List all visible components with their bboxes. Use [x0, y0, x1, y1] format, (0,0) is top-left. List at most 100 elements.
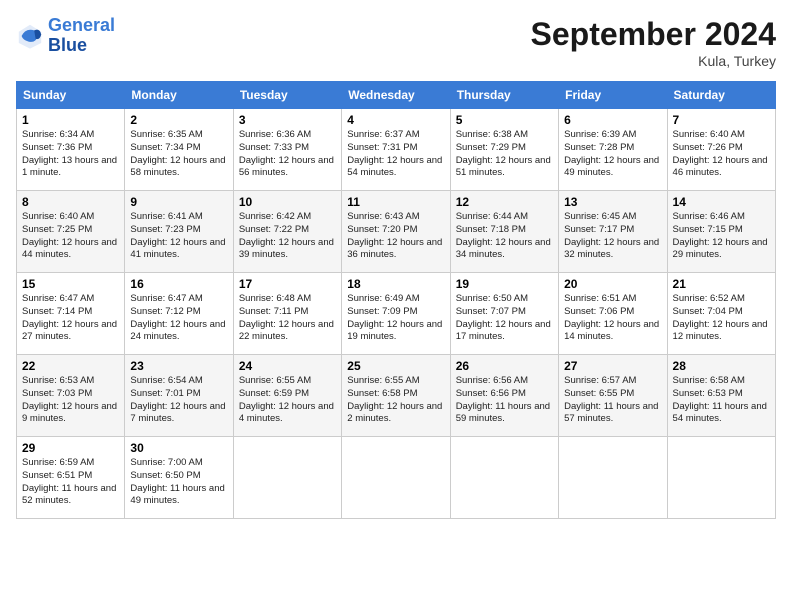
day-number: 13: [564, 195, 661, 209]
logo: General Blue: [16, 16, 115, 56]
week-row-2: 8 Sunrise: 6:40 AMSunset: 7:25 PMDayligh…: [17, 191, 776, 273]
table-row: 25 Sunrise: 6:55 AMSunset: 6:58 PMDaylig…: [342, 355, 450, 437]
table-row: 30 Sunrise: 7:00 AMSunset: 6:50 PMDaylig…: [125, 437, 233, 519]
table-row: 5 Sunrise: 6:38 AMSunset: 7:29 PMDayligh…: [450, 109, 558, 191]
day-info: Sunrise: 6:55 AMSunset: 6:58 PMDaylight:…: [347, 375, 444, 426]
day-number: 9: [130, 195, 227, 209]
table-row: 7 Sunrise: 6:40 AMSunset: 7:26 PMDayligh…: [667, 109, 775, 191]
day-info: Sunrise: 6:53 AMSunset: 7:03 PMDaylight:…: [22, 375, 119, 426]
day-info: Sunrise: 6:46 AMSunset: 7:15 PMDaylight:…: [673, 211, 770, 262]
day-number: 18: [347, 277, 444, 291]
table-row: [559, 437, 667, 519]
title-block: September 2024 Kula, Turkey: [531, 16, 776, 69]
table-row: 21 Sunrise: 6:52 AMSunset: 7:04 PMDaylig…: [667, 273, 775, 355]
day-info: Sunrise: 6:56 AMSunset: 6:56 PMDaylight:…: [456, 375, 553, 426]
day-number: 8: [22, 195, 119, 209]
day-info: Sunrise: 6:40 AMSunset: 7:25 PMDaylight:…: [22, 211, 119, 262]
page-header: General Blue September 2024 Kula, Turkey: [16, 16, 776, 69]
table-row: 26 Sunrise: 6:56 AMSunset: 6:56 PMDaylig…: [450, 355, 558, 437]
table-row: 16 Sunrise: 6:47 AMSunset: 7:12 PMDaylig…: [125, 273, 233, 355]
day-info: Sunrise: 6:47 AMSunset: 7:12 PMDaylight:…: [130, 293, 227, 344]
day-info: Sunrise: 6:37 AMSunset: 7:31 PMDaylight:…: [347, 129, 444, 180]
day-number: 30: [130, 441, 227, 455]
day-info: Sunrise: 6:48 AMSunset: 7:11 PMDaylight:…: [239, 293, 336, 344]
table-row: 6 Sunrise: 6:39 AMSunset: 7:28 PMDayligh…: [559, 109, 667, 191]
table-row: 3 Sunrise: 6:36 AMSunset: 7:33 PMDayligh…: [233, 109, 341, 191]
table-row: 13 Sunrise: 6:45 AMSunset: 7:17 PMDaylig…: [559, 191, 667, 273]
day-info: Sunrise: 6:34 AMSunset: 7:36 PMDaylight:…: [22, 129, 119, 180]
day-info: Sunrise: 6:39 AMSunset: 7:28 PMDaylight:…: [564, 129, 661, 180]
week-row-3: 15 Sunrise: 6:47 AMSunset: 7:14 PMDaylig…: [17, 273, 776, 355]
table-row: 1 Sunrise: 6:34 AMSunset: 7:36 PMDayligh…: [17, 109, 125, 191]
day-number: 3: [239, 113, 336, 127]
week-row-1: 1 Sunrise: 6:34 AMSunset: 7:36 PMDayligh…: [17, 109, 776, 191]
table-row: 9 Sunrise: 6:41 AMSunset: 7:23 PMDayligh…: [125, 191, 233, 273]
day-number: 29: [22, 441, 119, 455]
table-row: 22 Sunrise: 6:53 AMSunset: 7:03 PMDaylig…: [17, 355, 125, 437]
day-number: 21: [673, 277, 770, 291]
location: Kula, Turkey: [531, 53, 776, 69]
calendar-table: Sunday Monday Tuesday Wednesday Thursday…: [16, 81, 776, 519]
day-number: 23: [130, 359, 227, 373]
logo-text: General Blue: [48, 16, 115, 56]
col-monday: Monday: [125, 82, 233, 109]
table-row: 18 Sunrise: 6:49 AMSunset: 7:09 PMDaylig…: [342, 273, 450, 355]
col-wednesday: Wednesday: [342, 82, 450, 109]
day-number: 26: [456, 359, 553, 373]
day-number: 14: [673, 195, 770, 209]
day-info: Sunrise: 6:40 AMSunset: 7:26 PMDaylight:…: [673, 129, 770, 180]
table-row: [233, 437, 341, 519]
table-row: 14 Sunrise: 6:46 AMSunset: 7:15 PMDaylig…: [667, 191, 775, 273]
table-row: 27 Sunrise: 6:57 AMSunset: 6:55 PMDaylig…: [559, 355, 667, 437]
col-sunday: Sunday: [17, 82, 125, 109]
day-info: Sunrise: 6:57 AMSunset: 6:55 PMDaylight:…: [564, 375, 661, 426]
day-number: 19: [456, 277, 553, 291]
day-info: Sunrise: 6:36 AMSunset: 7:33 PMDaylight:…: [239, 129, 336, 180]
day-number: 25: [347, 359, 444, 373]
day-info: Sunrise: 6:45 AMSunset: 7:17 PMDaylight:…: [564, 211, 661, 262]
day-info: Sunrise: 6:50 AMSunset: 7:07 PMDaylight:…: [456, 293, 553, 344]
day-info: Sunrise: 6:38 AMSunset: 7:29 PMDaylight:…: [456, 129, 553, 180]
logo-icon: [16, 22, 44, 50]
day-info: Sunrise: 6:41 AMSunset: 7:23 PMDaylight:…: [130, 211, 227, 262]
table-row: 8 Sunrise: 6:40 AMSunset: 7:25 PMDayligh…: [17, 191, 125, 273]
day-number: 22: [22, 359, 119, 373]
day-info: Sunrise: 6:49 AMSunset: 7:09 PMDaylight:…: [347, 293, 444, 344]
day-info: Sunrise: 6:51 AMSunset: 7:06 PMDaylight:…: [564, 293, 661, 344]
table-row: 15 Sunrise: 6:47 AMSunset: 7:14 PMDaylig…: [17, 273, 125, 355]
table-row: [342, 437, 450, 519]
day-info: Sunrise: 6:52 AMSunset: 7:04 PMDaylight:…: [673, 293, 770, 344]
col-thursday: Thursday: [450, 82, 558, 109]
day-number: 1: [22, 113, 119, 127]
day-number: 12: [456, 195, 553, 209]
day-info: Sunrise: 6:44 AMSunset: 7:18 PMDaylight:…: [456, 211, 553, 262]
table-row: [450, 437, 558, 519]
day-info: Sunrise: 6:59 AMSunset: 6:51 PMDaylight:…: [22, 457, 119, 508]
col-friday: Friday: [559, 82, 667, 109]
day-info: Sunrise: 6:47 AMSunset: 7:14 PMDaylight:…: [22, 293, 119, 344]
day-info: Sunrise: 6:43 AMSunset: 7:20 PMDaylight:…: [347, 211, 444, 262]
table-row: 10 Sunrise: 6:42 AMSunset: 7:22 PMDaylig…: [233, 191, 341, 273]
day-info: Sunrise: 6:58 AMSunset: 6:53 PMDaylight:…: [673, 375, 770, 426]
day-number: 2: [130, 113, 227, 127]
table-row: 2 Sunrise: 6:35 AMSunset: 7:34 PMDayligh…: [125, 109, 233, 191]
day-info: Sunrise: 6:35 AMSunset: 7:34 PMDaylight:…: [130, 129, 227, 180]
table-row: 24 Sunrise: 6:55 AMSunset: 6:59 PMDaylig…: [233, 355, 341, 437]
day-number: 15: [22, 277, 119, 291]
table-row: 19 Sunrise: 6:50 AMSunset: 7:07 PMDaylig…: [450, 273, 558, 355]
day-number: 28: [673, 359, 770, 373]
day-number: 6: [564, 113, 661, 127]
table-row: 28 Sunrise: 6:58 AMSunset: 6:53 PMDaylig…: [667, 355, 775, 437]
table-row: 20 Sunrise: 6:51 AMSunset: 7:06 PMDaylig…: [559, 273, 667, 355]
week-row-4: 22 Sunrise: 6:53 AMSunset: 7:03 PMDaylig…: [17, 355, 776, 437]
table-row: 29 Sunrise: 6:59 AMSunset: 6:51 PMDaylig…: [17, 437, 125, 519]
week-row-5: 29 Sunrise: 6:59 AMSunset: 6:51 PMDaylig…: [17, 437, 776, 519]
day-info: Sunrise: 6:55 AMSunset: 6:59 PMDaylight:…: [239, 375, 336, 426]
day-number: 10: [239, 195, 336, 209]
month-title: September 2024: [531, 16, 776, 53]
table-row: 4 Sunrise: 6:37 AMSunset: 7:31 PMDayligh…: [342, 109, 450, 191]
table-row: 17 Sunrise: 6:48 AMSunset: 7:11 PMDaylig…: [233, 273, 341, 355]
table-row: 11 Sunrise: 6:43 AMSunset: 7:20 PMDaylig…: [342, 191, 450, 273]
col-tuesday: Tuesday: [233, 82, 341, 109]
day-number: 5: [456, 113, 553, 127]
